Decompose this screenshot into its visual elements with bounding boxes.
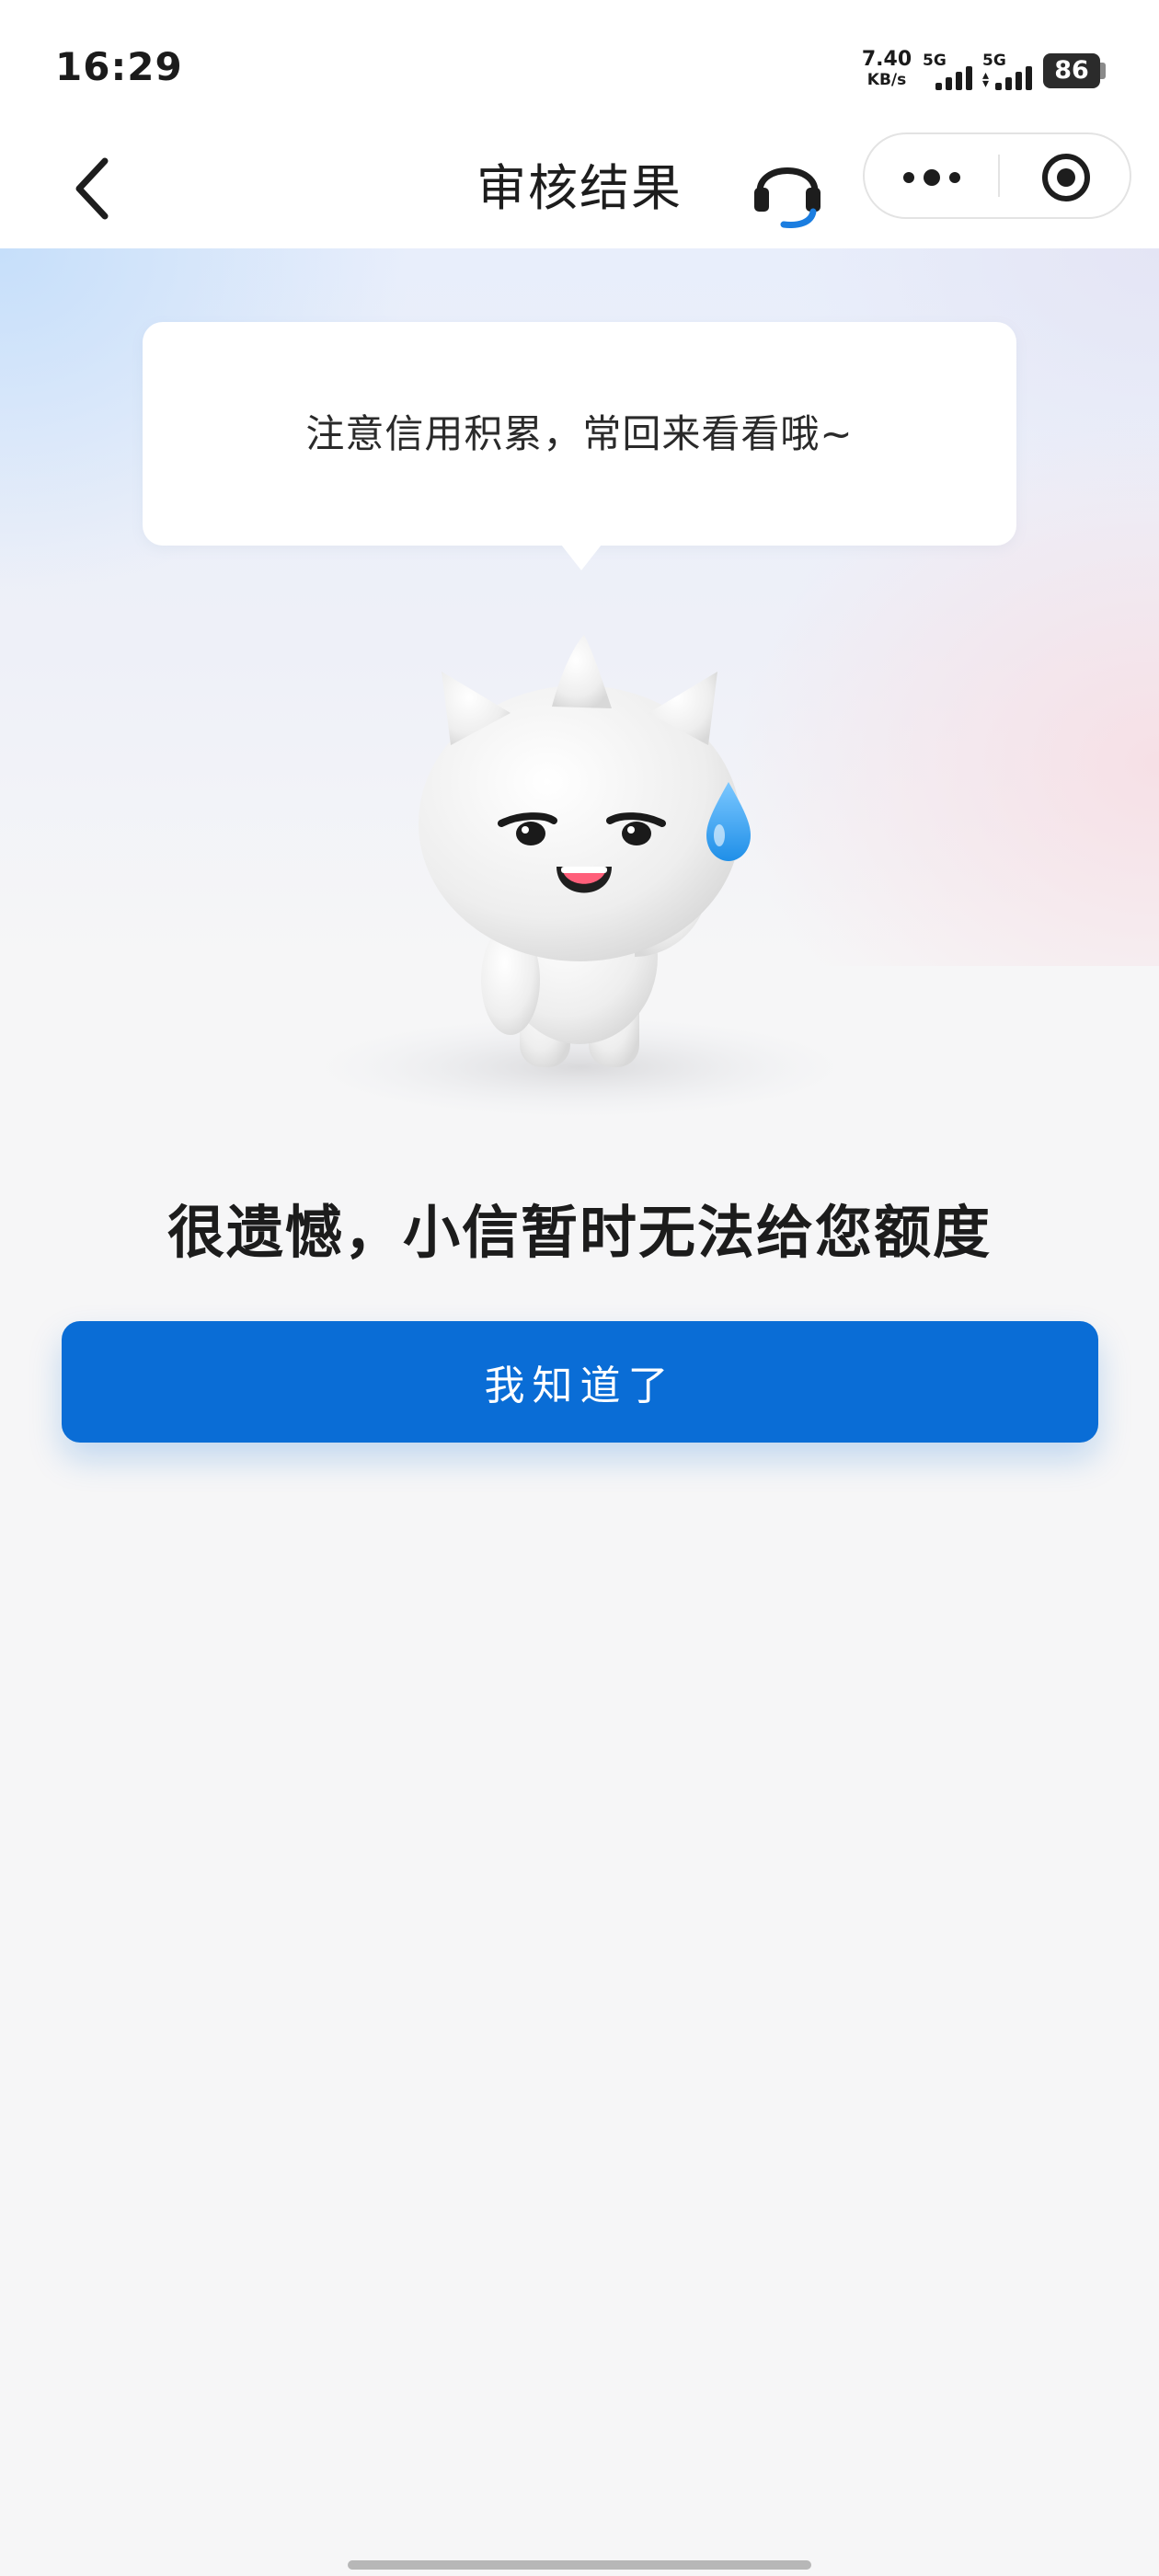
signal-sim1-icon: 5G: [923, 52, 978, 92]
status-bar: 16:29 7.40 KB/s 5G 5G ▴ ▾ 86: [0, 0, 1159, 129]
battery-cap: [1100, 63, 1106, 79]
more-dots-icon[interactable]: [865, 134, 999, 217]
result-title: 很遗憾，小信暂时无法给您额度: [166, 1199, 992, 1266]
bubble-text: 注意信用积累，常回来看看哦~: [305, 411, 854, 456]
mascot-cat-sweat-icon: [304, 626, 855, 1122]
battery-level: 86: [1054, 56, 1089, 85]
speech-bubble-tail: [561, 545, 602, 570]
ok-button[interactable]: 我知道了: [62, 1321, 1098, 1443]
home-indicator[interactable]: [348, 2560, 811, 2570]
status-time: 16:29: [55, 44, 183, 89]
network-speed-unit: KB/s: [866, 71, 907, 89]
target-close-icon[interactable]: [999, 134, 1133, 217]
headset-icon[interactable]: [751, 145, 824, 228]
signal-sim2-icon: 5G ▴ ▾: [982, 52, 1038, 92]
mini-program-capsule: [863, 132, 1131, 219]
network-speed-value: 7.40: [861, 48, 912, 71]
nav-bar: 审核结果: [0, 129, 1159, 248]
battery-icon: 86: [1043, 53, 1100, 88]
speech-bubble: 注意信用积累，常回来看看哦~: [143, 322, 1016, 546]
network-speed: 7.40 KB/s: [861, 50, 912, 90]
